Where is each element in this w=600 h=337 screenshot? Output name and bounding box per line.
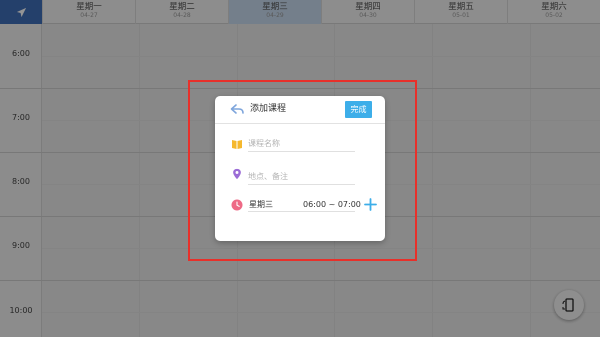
time-range-selector[interactable]: 06:00 ~ 07:00 [303,199,361,210]
back-arrow-icon[interactable] [230,103,245,116]
add-course-dialog: 添加课程 完成 课程名称 地点、备注 星期三 06:00 ~ 07:00 [215,96,385,241]
plus-icon[interactable] [364,198,377,211]
dialog-title: 添加课程 [250,104,287,114]
weekday-selector[interactable]: 星期三 [249,199,273,210]
location-pin-icon [233,168,241,180]
book-icon [232,140,242,149]
dialog-header: 添加课程 完成 [215,96,385,124]
clock-icon [231,199,243,211]
done-button[interactable]: 完成 [345,101,372,118]
location-notes-input[interactable]: 地点、备注 [248,171,355,185]
course-name-input[interactable]: 课程名称 [248,138,355,152]
time-row-divider [248,211,355,212]
